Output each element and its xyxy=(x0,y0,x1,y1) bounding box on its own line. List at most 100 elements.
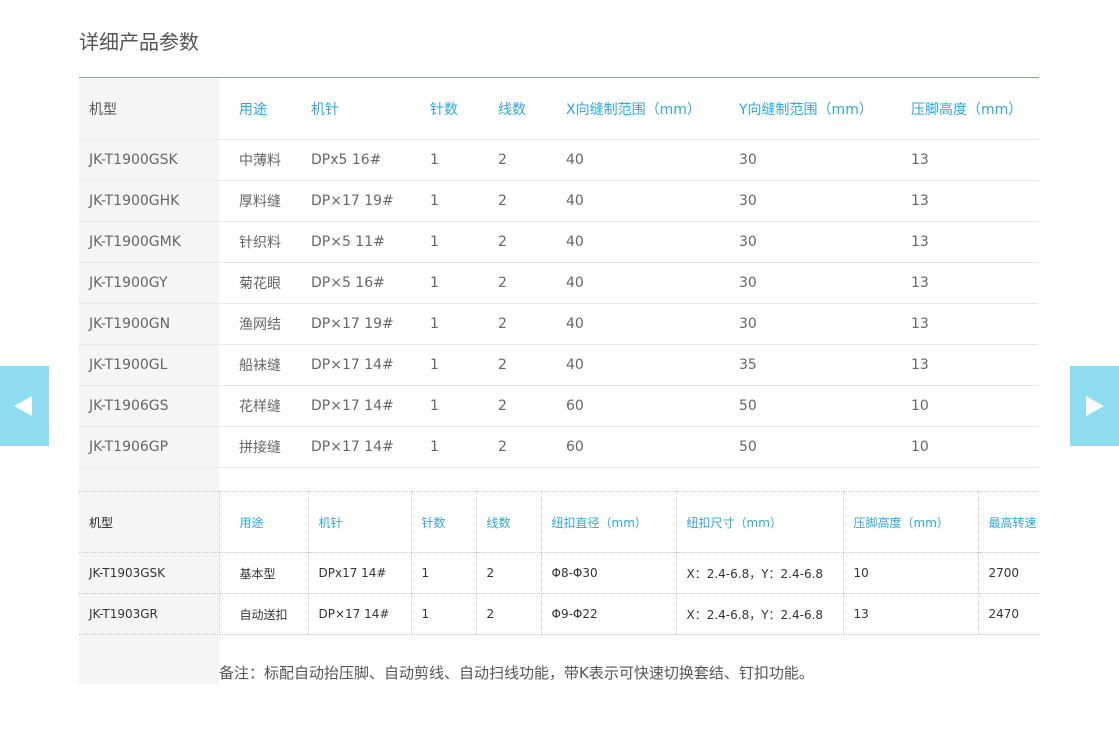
cell-needle-count: 1 xyxy=(420,344,488,386)
header-needle: 机针 xyxy=(301,78,420,140)
header-needle-count: 针数 xyxy=(420,78,488,140)
table-row: JK-T1900GHK 厚料缝 DP×17 19# 1 2 40 30 13 xyxy=(79,180,1039,222)
next-button[interactable] xyxy=(1070,366,1119,446)
cell-thread-count: 2 xyxy=(488,303,556,345)
cell-usage: 厚料缝 xyxy=(219,180,301,222)
table-row: JK-T1900GSK 中薄料 DPx5 16# 1 2 40 30 13 xyxy=(79,139,1039,181)
cell-model: JK-T1900GMK xyxy=(79,221,219,263)
header-needle-count: 针数 xyxy=(410,491,477,553)
table-header-row: 机型 用途 机针 针数 线数 纽扣直径（mm） 纽扣尺寸（mm） 压脚高度（mm） 最高转速 xyxy=(79,491,1039,553)
cell-x-range: 40 xyxy=(556,139,729,181)
cell-model: JK-T1900GY xyxy=(79,262,219,304)
cell-thread-count: 2 xyxy=(488,221,556,263)
remark-note: 备注：标配自动抬压脚、自动剪线、自动扫线功能，带K表示可快速切换套结、钉扣功能。 xyxy=(219,664,814,682)
cell-thread-count: 2 xyxy=(488,344,556,386)
cell-max-speed: 2470 xyxy=(977,593,1039,635)
cell-thread-count: 2 xyxy=(475,593,542,635)
table-row: JK-T1900GMK 针织料 DP×5 11# 1 2 40 30 13 xyxy=(79,221,1039,263)
cell-thread-count: 2 xyxy=(488,426,556,468)
cell-x-range: 40 xyxy=(556,344,729,386)
cell-needle-count: 1 xyxy=(410,552,477,594)
header-thread-count: 线数 xyxy=(475,491,542,553)
header-usage: 用途 xyxy=(219,78,301,140)
cell-model: JK-T1903GSK xyxy=(79,552,220,594)
cell-presser-height: 13 xyxy=(901,262,1039,304)
cell-y-range: 35 xyxy=(729,344,901,386)
cell-needle: DPx5 16# xyxy=(301,139,420,181)
cell-y-range: 30 xyxy=(729,221,901,263)
cell-needle: DP×17 14# xyxy=(301,426,420,468)
header-needle: 机针 xyxy=(307,491,412,553)
header-y-range: Y向缝制范围（mm） xyxy=(729,78,901,140)
cell-max-speed: 2700 xyxy=(977,552,1039,594)
cell-needle-count: 1 xyxy=(420,180,488,222)
cell-needle: DP×17 14# xyxy=(301,344,420,386)
table-header-row: 机型 用途 机针 针数 线数 X向缝制范围（mm） Y向缝制范围（mm） 压脚高度（mm） xyxy=(79,78,1039,140)
cell-thread-count: 2 xyxy=(488,139,556,181)
cell-needle: DP×5 16# xyxy=(301,262,420,304)
cell-usage: 基本型 xyxy=(218,552,309,594)
table-row: JK-T1906GP 拼接缝 DP×17 14# 1 2 60 50 10 xyxy=(79,426,1039,468)
cell-y-range: 30 xyxy=(729,262,901,304)
header-presser-height: 压脚高度（mm） xyxy=(842,491,979,553)
header-button-size: 纽扣尺寸（mm） xyxy=(675,491,844,553)
cell-presser-height: 13 xyxy=(842,593,979,635)
header-x-range: X向缝制范围（mm） xyxy=(556,78,729,140)
cell-y-range: 50 xyxy=(729,426,901,468)
cell-presser-height: 13 xyxy=(901,221,1039,263)
cell-usage: 渔网结 xyxy=(219,303,301,345)
table-row: JK-T1900GY 菊花眼 DP×5 16# 1 2 40 30 13 xyxy=(79,262,1039,304)
cell-presser-height: 10 xyxy=(901,426,1039,468)
cell-button-diameter: Φ8-Φ30 xyxy=(540,552,677,594)
cell-model: JK-T1900GL xyxy=(79,344,219,386)
cell-x-range: 40 xyxy=(556,262,729,304)
cell-x-range: 40 xyxy=(556,180,729,222)
cell-needle: DP×5 11# xyxy=(301,221,420,263)
cell-usage: 船袜缝 xyxy=(219,344,301,386)
cell-usage: 拼接缝 xyxy=(219,426,301,468)
cell-usage: 针织料 xyxy=(219,221,301,263)
cell-needle: DP×17 14# xyxy=(307,593,412,635)
header-thread-count: 线数 xyxy=(488,78,556,140)
cell-presser-height: 10 xyxy=(901,385,1039,427)
params-table-1: 机型 用途 机针 针数 线数 X向缝制范围（mm） Y向缝制范围（mm） 压脚高度（mm） JK… xyxy=(79,78,1039,468)
cell-usage: 中薄料 xyxy=(219,139,301,181)
cell-presser-height: 13 xyxy=(901,344,1039,386)
cell-button-diameter: Φ9-Φ22 xyxy=(540,593,677,635)
cell-x-range: 60 xyxy=(556,426,729,468)
header-button-diameter: 纽扣直径（mm） xyxy=(540,491,677,553)
cell-usage: 菊花眼 xyxy=(219,262,301,304)
header-model: 机型 xyxy=(79,78,219,140)
cell-model: JK-T1903GR xyxy=(79,593,220,635)
cell-x-range: 40 xyxy=(556,303,729,345)
cell-button-size: X：2.4-6.8，Y：2.4-6.8 xyxy=(675,552,844,594)
cell-needle-count: 1 xyxy=(420,303,488,345)
cell-model: JK-T1900GHK xyxy=(79,180,219,222)
cell-model: JK-T1900GSK xyxy=(79,139,219,181)
cell-needle: DP×17 19# xyxy=(301,180,420,222)
cell-button-size: X：2.4-6.8，Y：2.4-6.8 xyxy=(675,593,844,635)
header-usage: 用途 xyxy=(218,491,309,553)
prev-button[interactable] xyxy=(0,366,49,446)
cell-thread-count: 2 xyxy=(488,385,556,427)
table-row: JK-T1900GN 渔网结 DP×17 19# 1 2 40 30 13 xyxy=(79,303,1039,345)
table-row: JK-T1900GL 船袜缝 DP×17 14# 1 2 40 35 13 xyxy=(79,344,1039,386)
params-table-2-viewport[interactable]: 机型 用途 机针 针数 线数 纽扣直径（mm） 纽扣尺寸（mm） 压脚高度（mm） 最高转速 JK… xyxy=(79,491,1039,637)
arrow-right-icon xyxy=(1086,396,1104,416)
cell-needle-count: 1 xyxy=(410,593,477,635)
table-row: JK-T1906GS 花样缝 DP×17 14# 1 2 60 50 10 xyxy=(79,385,1039,427)
params-table-2: 机型 用途 机针 针数 线数 纽扣直径（mm） 纽扣尺寸（mm） 压脚高度（mm） 最高转速 JK… xyxy=(79,491,1039,635)
cell-y-range: 50 xyxy=(729,385,901,427)
cell-presser-height: 13 xyxy=(901,139,1039,181)
cell-needle-count: 1 xyxy=(420,221,488,263)
cell-x-range: 60 xyxy=(556,385,729,427)
cell-thread-count: 2 xyxy=(488,262,556,304)
table-row: JK-T1903GSK 基本型 DPx17 14# 1 2 Φ8-Φ30 X：2.4-6.8… xyxy=(79,552,1039,594)
cell-model: JK-T1906GP xyxy=(79,426,219,468)
header-max-speed: 最高转速 xyxy=(977,491,1039,553)
arrow-left-icon xyxy=(14,396,32,416)
cell-needle: DPx17 14# xyxy=(307,552,412,594)
cell-needle-count: 1 xyxy=(420,139,488,181)
cell-needle: DP×17 14# xyxy=(301,385,420,427)
cell-y-range: 30 xyxy=(729,303,901,345)
